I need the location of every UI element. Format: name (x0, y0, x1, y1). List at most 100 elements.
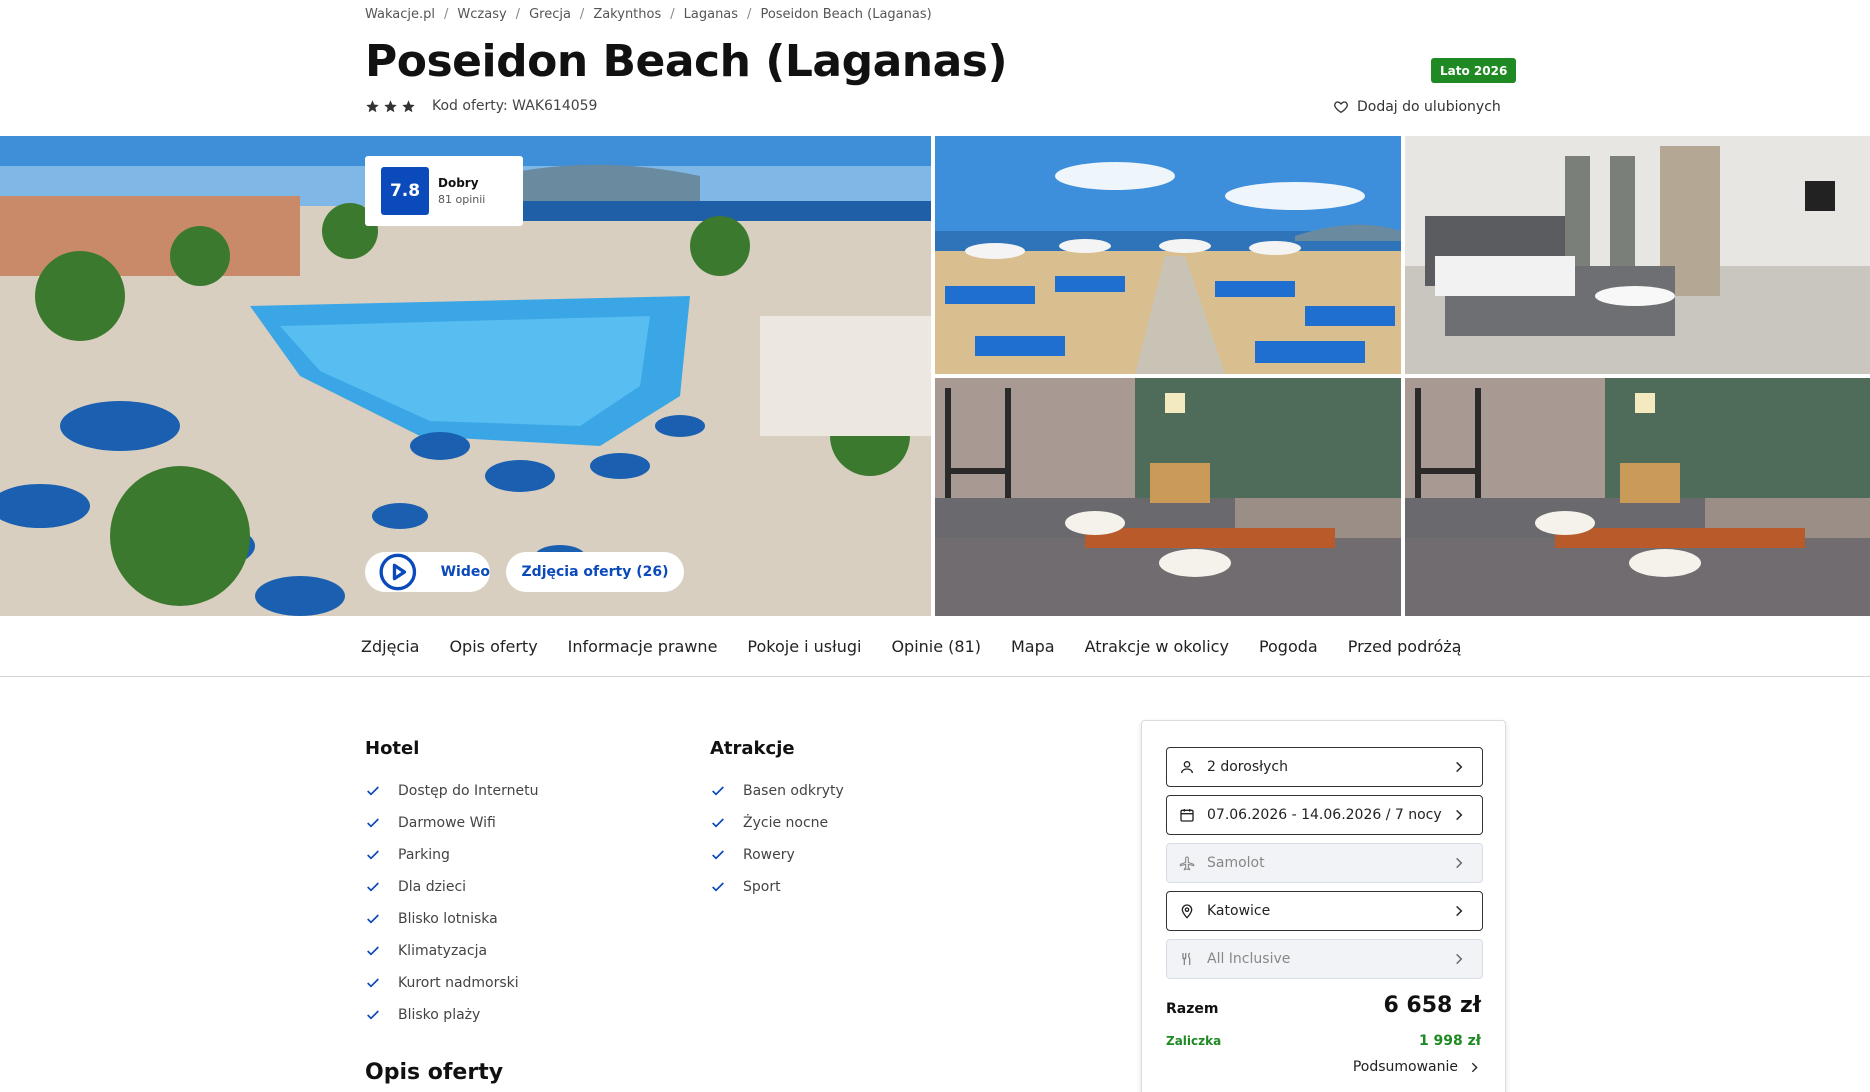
attraction-label: Basen odkryty (743, 783, 844, 799)
hotel-meta: Kod oferty: WAK614059 (365, 98, 597, 114)
room-photo-1[interactable] (1405, 136, 1870, 374)
photo-gallery: 7.8 Dobry 81 opinii Wideo Zdjęcia oferty… (0, 136, 1870, 616)
booking-panel: 2 dorosłych 07.06.2026 - 14.06.2026 / 7 … (1141, 720, 1506, 1092)
list-item: Kurort nadmorski (365, 967, 538, 999)
list-item: Dla dzieci (365, 871, 538, 903)
breadcrumb-separator: / (579, 6, 585, 22)
check-icon (712, 850, 724, 860)
list-item: Rowery (710, 839, 844, 871)
check-icon (367, 978, 379, 988)
offer-description-heading: Opis oferty (365, 1060, 504, 1085)
board-selector[interactable]: All Inclusive (1166, 939, 1483, 979)
deposit-price: 1 998 zł (1418, 1033, 1481, 1049)
breadcrumb-grecja[interactable]: Grecja (529, 7, 571, 22)
amenity-label: Klimatyzacja (398, 943, 488, 959)
board-value: All Inclusive (1207, 951, 1291, 967)
deposit-label: Zaliczka (1166, 1034, 1222, 1048)
check-icon (367, 914, 379, 924)
person-icon (1181, 761, 1193, 774)
list-item: Darmowe Wifi (365, 807, 538, 839)
check-icon (367, 786, 379, 796)
location-pin-icon (1181, 904, 1193, 919)
departure-value: Katowice (1207, 903, 1271, 919)
add-to-favorites-button[interactable]: Dodaj do ulubionych (1333, 99, 1501, 115)
breadcrumb-current: Poseidon Beach (Laganas) (760, 6, 932, 22)
check-icon (367, 946, 379, 956)
page-title: Poseidon Beach (Laganas) (365, 36, 1008, 87)
beach-photo-image (935, 136, 1401, 374)
breadcrumb-separator: / (747, 6, 752, 22)
tab-zdjecia[interactable]: Zdjęcia (361, 637, 419, 656)
departure-selector[interactable]: Katowice (1166, 891, 1483, 931)
check-icon (367, 850, 379, 860)
amenity-label: Blisko plaży (398, 1007, 481, 1023)
attraction-label: Rowery (743, 847, 795, 863)
rating-count: 81 opinii (438, 193, 486, 206)
section-tabs: Zdjęcia Opis oferty Informacje prawne Po… (361, 624, 1491, 668)
offer-photos-button[interactable]: Zdjęcia oferty (26) (506, 552, 684, 592)
hotel-heading: Hotel (365, 738, 420, 759)
chevron-right-icon (1456, 857, 1463, 869)
chevron-right-icon (1471, 1062, 1478, 1072)
calendar-icon (1180, 809, 1194, 822)
check-icon (712, 882, 724, 892)
list-item: Sport (710, 871, 844, 903)
video-button[interactable]: Wideo (365, 552, 490, 592)
list-item: Parking (365, 839, 538, 871)
check-icon (367, 882, 379, 892)
attraction-label: Życie nocne (743, 815, 829, 831)
tab-opis-oferty[interactable]: Opis oferty (449, 637, 537, 656)
attraction-label: Sport (743, 879, 781, 895)
breadcrumb-separator: / (515, 6, 521, 22)
hotel-amenities-list: Dostęp do Internetu Darmowe Wifi Parking… (365, 775, 538, 1031)
rating-card[interactable]: 7.8 Dobry 81 opinii (365, 156, 523, 226)
video-label: Wideo (440, 564, 490, 580)
rating-score: 7.8 (381, 167, 429, 215)
tab-pogoda[interactable]: Pogoda (1259, 637, 1318, 656)
season-badge: Lato 2026 (1431, 58, 1517, 83)
amenity-label: Dostęp do Internetu (398, 783, 539, 799)
participants-selector[interactable]: 2 dorosłych (1166, 747, 1483, 787)
summary-link[interactable]: Podsumowanie (1353, 1059, 1481, 1075)
attractions-list: Basen odkryty Życie nocne Rowery Sport (710, 775, 844, 903)
amenity-label: Kurort nadmorski (398, 975, 519, 991)
breadcrumb-separator: / (444, 6, 449, 22)
tab-przed-podroza[interactable]: Przed podróżą (1348, 637, 1462, 656)
breadcrumb-wczasy[interactable]: Wczasy (457, 7, 506, 22)
transport-selector[interactable]: Samolot (1166, 843, 1483, 883)
play-icon (379, 553, 417, 591)
total-price: 6 658 zł (1383, 993, 1481, 1018)
breadcrumb-wakacje[interactable]: Wakacje.pl (365, 7, 435, 22)
amenity-label: Dla dzieci (398, 879, 467, 895)
dates-selector[interactable]: 07.06.2026 - 14.06.2026 / 7 nocy (1166, 795, 1483, 835)
tab-pokoje-i-uslugi[interactable]: Pokoje i usługi (747, 637, 861, 656)
total-label: Razem (1166, 1001, 1219, 1017)
chevron-right-icon (1456, 761, 1463, 773)
tab-opinie[interactable]: Opinie (81) (891, 637, 981, 656)
heart-icon (1334, 101, 1348, 114)
amenity-label: Blisko lotniska (398, 911, 498, 927)
rating-label: Dobry (438, 176, 479, 190)
breadcrumb-zakynthos[interactable]: Zakynthos (593, 7, 661, 22)
room-photo-3[interactable] (1405, 378, 1870, 616)
room-photo-2[interactable] (935, 378, 1401, 616)
attractions-heading: Atrakcje (710, 738, 795, 759)
cutlery-icon (1182, 952, 1191, 965)
tab-mapa[interactable]: Mapa (1011, 637, 1055, 656)
participants-value: 2 dorosłych (1207, 759, 1288, 775)
breadcrumb-laganas[interactable]: Laganas (684, 7, 738, 22)
check-icon (712, 786, 724, 796)
tab-informacje-prawne[interactable]: Informacje prawne (568, 637, 718, 656)
check-icon (712, 818, 724, 828)
list-item: Klimatyzacja (365, 935, 538, 967)
star-icon (366, 99, 379, 112)
list-item: Życie nocne (710, 807, 844, 839)
chevron-right-icon (1456, 905, 1463, 917)
plane-icon (1179, 856, 1195, 871)
main-hotel-photo[interactable]: 7.8 Dobry 81 opinii Wideo Zdjęcia oferty… (0, 136, 931, 616)
beach-photo[interactable] (935, 136, 1401, 374)
list-item: Blisko plaży (365, 999, 538, 1031)
tab-atrakcje[interactable]: Atrakcje w okolicy (1085, 637, 1229, 656)
room-photo-image (1405, 136, 1870, 374)
room-photo-image (1405, 378, 1870, 616)
